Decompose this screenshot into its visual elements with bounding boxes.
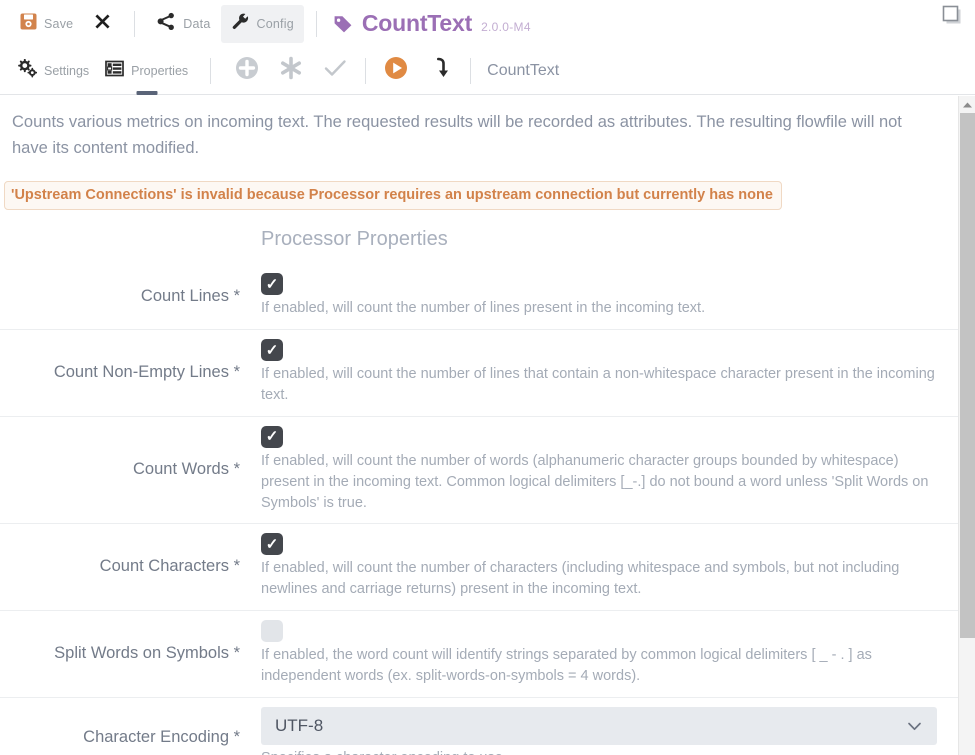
- property-description: If enabled, will count the number of cha…: [261, 560, 900, 598]
- character-encoding-value: UTF-8: [275, 715, 324, 735]
- play-circle-icon: [383, 55, 409, 86]
- check-icon: ✓: [265, 428, 279, 446]
- top-toolbar: Save Data Config CountText 2.0.0-M4: [0, 0, 975, 47]
- validation-error-message: 'Upstream Connections' is invalid becaus…: [4, 181, 782, 211]
- gears-icon: [18, 58, 38, 83]
- active-tab-indicator: [136, 90, 158, 95]
- scroll-up-arrow-icon[interactable]: [959, 96, 975, 113]
- property-row: Character Encoding * UTF-8 Specifies a c…: [0, 698, 975, 755]
- data-button[interactable]: Data: [147, 5, 220, 43]
- check-icon: [322, 55, 348, 86]
- property-label: Count Words *: [133, 460, 240, 479]
- tab-properties[interactable]: Properties: [97, 48, 196, 95]
- properties-list-icon: [105, 59, 125, 83]
- section-heading: Processor Properties: [261, 228, 448, 251]
- property-value: ✓ If enabled, will count the number of l…: [240, 273, 975, 319]
- property-value: ✓ If enabled, will count the number of w…: [240, 425, 975, 514]
- property-label: Split Words on Symbols *: [54, 644, 240, 662]
- add-property-button[interactable]: [225, 49, 269, 93]
- property-row: Count Words * ✓ If enabled, will count t…: [0, 417, 975, 525]
- property-value: ✓ If enabled, will count the number of l…: [240, 339, 975, 406]
- property-description: If enabled, will count the number of wor…: [261, 452, 929, 511]
- count-lines-checkbox[interactable]: ✓: [261, 273, 283, 296]
- count-characters-checkbox[interactable]: ✓: [261, 533, 283, 556]
- asterisk-icon: [278, 55, 304, 86]
- property-row: Split Words on Symbols * If enabled, the…: [0, 611, 975, 698]
- property-label: Count Characters *: [99, 557, 240, 576]
- page-title: CountText: [361, 10, 473, 36]
- config-button-label: Config: [256, 16, 294, 31]
- count-non-empty-lines-checkbox[interactable]: ✓: [261, 339, 283, 361]
- property-value: If enabled, the word count will identify…: [240, 620, 975, 687]
- processor-version: 2.0.0-M4: [481, 20, 531, 34]
- chevron-down-icon: [906, 718, 923, 740]
- processor-configuration-window: Save Data Config CountText 2.0.0-M4 Sett…: [0, 0, 975, 755]
- restore-window-icon[interactable]: [940, 3, 964, 27]
- terminate-button[interactable]: [418, 49, 462, 93]
- plus-circle-icon: [234, 55, 260, 86]
- character-encoding-select[interactable]: UTF-8: [261, 706, 937, 745]
- subtoolbar-divider-2: [365, 57, 367, 84]
- configuration-body: Counts various metrics on incoming text.…: [0, 96, 975, 755]
- start-processor-button[interactable]: [374, 49, 418, 93]
- tag-icon: [333, 13, 353, 38]
- subtoolbar-processor-name: CountText: [487, 61, 560, 79]
- processor-description: Counts various metrics on incoming text.…: [12, 113, 902, 157]
- check-icon: ✓: [265, 341, 279, 359]
- save-disk-icon: [20, 13, 37, 35]
- property-row: Count Non-Empty Lines * ✓ If enabled, wi…: [0, 330, 975, 417]
- property-row: Count Characters * ✓ If enabled, will co…: [0, 524, 975, 612]
- subtoolbar-divider-1: [210, 57, 212, 84]
- property-description: Specifies a character encoding to use.: [261, 748, 937, 755]
- split-words-on-symbols-checkbox[interactable]: [261, 620, 283, 643]
- property-list: Count Lines * ✓ If enabled, will count t…: [0, 264, 975, 755]
- wrench-icon: [231, 12, 250, 36]
- tab-settings-label: Settings: [44, 63, 90, 78]
- property-description: If enabled, will count the number of lin…: [261, 366, 935, 403]
- advanced-button[interactable]: [269, 49, 313, 93]
- save-button-label: Save: [44, 16, 74, 31]
- tab-properties-label: Properties: [131, 63, 189, 78]
- close-x-icon: [93, 12, 112, 36]
- processor-title-group: CountText 2.0.0-M4: [333, 10, 531, 37]
- share-nodes-icon: [157, 12, 176, 36]
- property-label: Character Encoding *: [83, 728, 240, 747]
- subtoolbar-divider-3: [470, 57, 472, 84]
- property-row: Count Lines * ✓ If enabled, will count t…: [0, 264, 975, 330]
- sub-toolbar: Settings Properties CountText: [0, 47, 975, 95]
- data-button-label: Data: [183, 16, 211, 31]
- config-button[interactable]: Config: [220, 4, 304, 43]
- save-button[interactable]: Save: [10, 5, 83, 43]
- check-icon: ✓: [265, 275, 279, 293]
- property-description: If enabled, the word count will identify…: [261, 647, 872, 684]
- arrow-down-icon: [428, 56, 452, 85]
- property-value: UTF-8 Specifies a character encoding to …: [240, 706, 975, 755]
- tab-settings[interactable]: Settings: [10, 48, 97, 94]
- verify-button[interactable]: [313, 49, 357, 93]
- property-description: If enabled, will count the number of lin…: [261, 300, 706, 317]
- check-icon: ✓: [265, 535, 279, 553]
- property-label: Count Non-Empty Lines *: [53, 362, 240, 381]
- toolbar-divider-2: [315, 10, 317, 37]
- count-words-checkbox[interactable]: ✓: [261, 425, 283, 448]
- property-value: ✓ If enabled, will count the number of c…: [240, 533, 975, 600]
- vertical-scrollbar[interactable]: [958, 96, 975, 755]
- property-label: Count Lines *: [140, 286, 240, 305]
- toolbar-divider-1: [134, 10, 136, 37]
- scrollbar-thumb[interactable]: [960, 113, 975, 638]
- close-button[interactable]: [83, 5, 122, 43]
